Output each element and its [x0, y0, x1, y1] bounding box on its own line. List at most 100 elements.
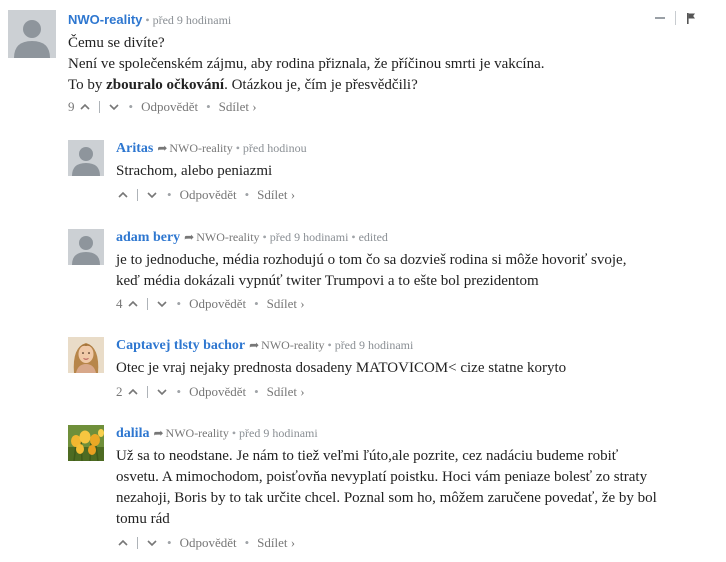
bold-text: zbouralo očkování — [106, 77, 225, 93]
avatar[interactable] — [68, 140, 104, 176]
edited-label: edited — [358, 230, 388, 244]
vote-divider — [137, 537, 138, 549]
timestamp[interactable]: před 9 hodinami — [270, 230, 349, 244]
chevron-down-icon — [156, 301, 167, 308]
reply-button[interactable]: Odpovědět — [189, 384, 246, 400]
share-arrow-icon: ➦ — [157, 141, 168, 155]
separator-dot: • — [176, 296, 182, 311]
chevron-up-icon — [118, 191, 128, 198]
comment-line: To by zbouralo očkování. Otázkou je, čím… — [68, 77, 418, 93]
reply-button[interactable]: Odpovědět — [141, 99, 198, 115]
upvote-button[interactable]: 4 — [116, 296, 140, 312]
upvote-button[interactable]: 9 — [68, 99, 92, 115]
author-name[interactable]: dalila — [116, 426, 149, 441]
author-name[interactable]: Aritas — [116, 141, 153, 156]
vote-divider — [146, 386, 148, 398]
separator-dot: • — [351, 230, 356, 244]
comment-footer: 4 • Odpovědět • Sdílet › — [116, 296, 305, 312]
share-button[interactable]: Sdílet › — [267, 296, 305, 312]
separator-dot: • — [231, 426, 237, 440]
vote-count: 9 — [68, 99, 75, 114]
flowers-photo-icon — [68, 425, 104, 461]
comment-body: Otec je vraj nejaky prednosta dosadeny M… — [116, 358, 721, 379]
author-name[interactable]: NWO-reality — [68, 12, 142, 27]
chevron-up-icon — [79, 103, 90, 110]
share-arrow-icon: ➦ — [153, 426, 164, 440]
timestamp[interactable]: před hodinou — [243, 141, 307, 155]
upvote-button[interactable] — [116, 188, 130, 202]
avatar[interactable] — [68, 229, 104, 265]
avatar[interactable] — [8, 10, 56, 58]
comment-footer: • Odpovědět • Sdílet › — [116, 187, 295, 203]
comment-line: nezahoji, Boris by to tak určite chcel. … — [116, 490, 657, 506]
downvote-button[interactable] — [145, 188, 159, 202]
separator-dot: • — [167, 535, 172, 550]
parent-author[interactable]: NWO-reality — [169, 141, 232, 155]
separator-dot: • — [206, 99, 211, 114]
comment-line: osvetu. A mimochodom, poisťovňa nevyplat… — [116, 469, 648, 485]
flag-icon — [687, 13, 695, 24]
default-avatar-icon — [68, 140, 104, 176]
minimize-icon[interactable] — [655, 17, 665, 19]
separator-dot: • — [254, 384, 259, 399]
downvote-button[interactable] — [107, 100, 121, 114]
vote-divider — [98, 101, 100, 113]
reply-button[interactable]: Odpovědět — [180, 187, 237, 203]
share-arrow-icon: ➦ — [249, 338, 260, 352]
reply-button[interactable]: Odpovědět — [180, 535, 237, 551]
share-button[interactable]: Sdílet › — [267, 384, 305, 400]
comment-line: je to jednoduche, média rozhodujú o tom … — [116, 252, 627, 268]
vote-count: 2 — [116, 384, 123, 399]
separator-dot: • — [327, 338, 332, 352]
comment-footer: • Odpovědět • Sdílet › — [116, 535, 295, 551]
author-name[interactable]: Captavej tlsty bachor — [116, 338, 245, 353]
upvote-button[interactable]: 2 — [116, 384, 140, 400]
chevron-up-icon — [127, 388, 138, 395]
tools-divider — [675, 11, 676, 25]
flag-button[interactable] — [686, 12, 696, 24]
separator-dot: • — [244, 535, 250, 550]
author-name[interactable]: adam bery — [116, 230, 180, 245]
separator-dot: • — [145, 13, 150, 27]
reply-button[interactable]: Odpovědět — [189, 296, 246, 312]
comment-footer: 9 • Odpovědět • Sdílet › — [68, 99, 257, 115]
comment-body: Strachom, alebo peniazmi — [116, 161, 716, 182]
upvote-button[interactable] — [116, 536, 130, 550]
default-avatar-icon — [68, 229, 104, 265]
share-button[interactable]: Sdílet › — [219, 99, 257, 115]
timestamp[interactable]: před 9 hodinami — [153, 13, 232, 27]
vote-count: 4 — [116, 296, 123, 311]
comment-tools — [655, 11, 696, 25]
separator-dot: • — [254, 296, 259, 311]
comment-header: dalila ➦ NWO-reality • před 9 hodinami — [116, 426, 318, 442]
separator-dot: • — [235, 141, 240, 155]
comment-line: Otec je vraj nejaky prednosta dosadeny M… — [116, 360, 567, 376]
parent-author[interactable]: NWO-reality — [261, 338, 324, 352]
comment-header: Aritas ➦ NWO-reality • před hodinou — [116, 141, 307, 157]
comment-line: Už sa to neodstane. Je nám to tiež veľmi… — [116, 448, 619, 464]
parent-author[interactable]: NWO-reality — [196, 230, 259, 244]
timestamp[interactable]: před 9 hodinami — [239, 426, 318, 440]
comment-line: Není ve společenském zájmu, aby rodina p… — [68, 56, 545, 72]
comment-footer: 2 • Odpovědět • Sdílet › — [116, 384, 305, 400]
comment-body: je to jednoduche, média rozhodujú o tom … — [116, 250, 721, 292]
vote-divider — [146, 298, 148, 310]
share-button[interactable]: Sdílet › — [257, 187, 295, 203]
parent-author[interactable]: NWO-reality — [166, 426, 229, 440]
share-button[interactable]: Sdílet › — [257, 535, 295, 551]
separator-dot: • — [262, 230, 267, 244]
separator-dot: • — [176, 384, 182, 399]
timestamp[interactable]: před 9 hodinami — [335, 338, 414, 352]
avatar[interactable] — [68, 337, 104, 373]
user-photo-icon — [68, 337, 104, 373]
comment-header: Captavej tlsty bachor ➦ NWO-reality • před 9… — [116, 338, 413, 354]
chevron-down-icon — [147, 192, 157, 199]
downvote-button[interactable] — [155, 297, 169, 311]
comment-line: Strachom, alebo peniazmi — [116, 163, 273, 179]
downvote-button[interactable] — [145, 536, 159, 550]
chevron-down-icon — [156, 389, 167, 396]
comment-line: keď média dokázali vypnúť twiter Trumpov… — [116, 273, 539, 289]
avatar[interactable] — [68, 425, 104, 461]
downvote-button[interactable] — [155, 385, 169, 399]
chevron-down-icon — [108, 104, 119, 111]
